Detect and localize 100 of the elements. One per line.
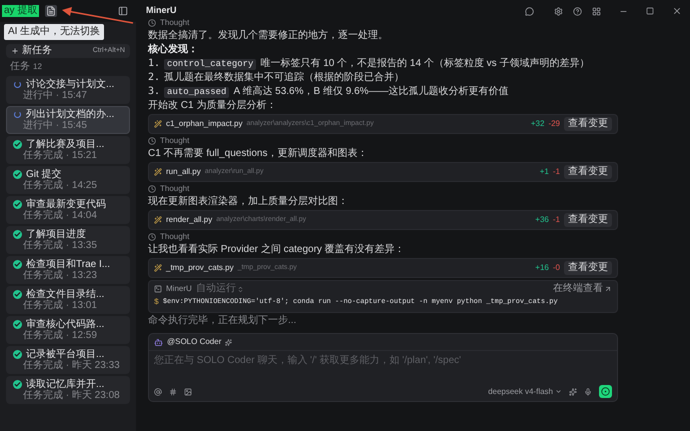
- chevron-down-icon: [555, 388, 562, 395]
- clock-icon: [148, 137, 156, 145]
- list-text: A 维高达 53.6%，B 维仅 9.6%——这比孤儿题收分析更有价值: [233, 86, 509, 98]
- check-icon: [13, 320, 22, 329]
- sidebar-toggle-icon[interactable]: [118, 6, 128, 16]
- view-changes-button[interactable]: 查看变更: [564, 117, 612, 131]
- sparkle-icon[interactable]: [569, 388, 577, 396]
- plus-icon: [11, 47, 19, 55]
- task-item[interactable]: 读取记忆库并开... 任务完成 · 昨天 23:08: [6, 376, 130, 404]
- task-title: 检查项目和Trae I...: [26, 259, 110, 270]
- mention-icon[interactable]: [154, 388, 162, 396]
- file-name[interactable]: run_all.py: [166, 166, 201, 178]
- section-heading: 核心发现：: [148, 44, 199, 56]
- check-icon: [13, 260, 22, 269]
- thought-label[interactable]: Thought: [160, 136, 190, 146]
- task-meta: 任务完成 · 15:21: [22, 150, 98, 161]
- check-icon: [13, 290, 22, 299]
- added-count: +16: [535, 262, 549, 274]
- task-item[interactable]: 列出计划文档的办... 进行中 · 15:45: [6, 106, 130, 134]
- check-icon: [13, 200, 22, 209]
- added-count: +32: [530, 118, 544, 130]
- task-item[interactable]: 审查最新变更代码 任务完成 · 14:04: [6, 196, 130, 224]
- thought-label[interactable]: Thought: [160, 18, 190, 28]
- task-meta: 任务完成 · 13:23: [22, 270, 98, 281]
- message-input[interactable]: 您正在与 SOLO Coder 聊天，输入 '/' 获取更多能力，如 '/plan', '/spec': [149, 351, 617, 385]
- open-terminal-link[interactable]: 在终端查看: [553, 283, 612, 295]
- task-title: 讨论交接与计划文...: [26, 79, 114, 90]
- task-item[interactable]: 检查项目和Trae I... 任务完成 · 13:23: [6, 256, 130, 284]
- send-button[interactable]: [599, 385, 612, 398]
- removed-count: -1: [552, 166, 560, 178]
- task-meta: 进行中 · 15:47: [22, 90, 88, 101]
- removed-count: -0: [552, 262, 560, 274]
- help-icon[interactable]: [573, 6, 582, 16]
- check-icon: [13, 380, 22, 389]
- list-number: 1.: [148, 58, 160, 70]
- terminal-title: MinerU: [166, 283, 192, 295]
- task-meta: 任务完成 · 13:01: [22, 300, 98, 311]
- external-arrow-icon: [604, 285, 612, 293]
- task-meta: 任务完成 · 昨天 23:33: [22, 360, 121, 371]
- hash-icon[interactable]: [169, 388, 177, 396]
- list-number: 3.: [148, 86, 160, 98]
- edit-icon: [154, 120, 162, 128]
- view-changes-button[interactable]: 查看变更: [564, 213, 612, 227]
- task-title: 审查核心代码路...: [26, 319, 104, 330]
- section-label: 任务: [10, 61, 30, 73]
- check-icon: [13, 350, 22, 359]
- inline-code: control_category: [164, 58, 256, 70]
- thought-label[interactable]: Thought: [160, 232, 190, 242]
- file-name[interactable]: _tmp_prov_cats.py: [166, 262, 234, 274]
- chat-icon[interactable]: [525, 6, 534, 16]
- spinner-icon: [14, 81, 21, 88]
- updown-chevron-icon: [236, 286, 244, 292]
- clock-icon: [148, 185, 156, 193]
- task-item[interactable]: 检查文件目录结... 任务完成 · 13:01: [6, 286, 130, 314]
- view-changes-button[interactable]: 查看变更: [564, 165, 612, 179]
- task-meta: 进行中 · 15:45: [22, 120, 88, 131]
- settings-icon[interactable]: [554, 6, 563, 16]
- inline-code: auto_passed: [164, 86, 230, 98]
- task-item[interactable]: 了解项目进度 任务完成 · 13:35: [6, 226, 130, 254]
- message-text: 开始改 C1 为质量分层分析：: [148, 100, 278, 112]
- badge: ay 提取: [2, 5, 40, 17]
- check-icon: [13, 140, 22, 149]
- task-item[interactable]: Git 提交 任务完成 · 14:25: [6, 166, 130, 194]
- edit-icon: [154, 168, 162, 176]
- chat-input-box[interactable]: @SOLO Coder 您正在与 SOLO Coder 聊天，输入 '/' 获取更多能力，如 '/plan', '/spec' deepseek v4-flash: [148, 333, 618, 402]
- task-title: 检查文件目录结...: [26, 289, 104, 300]
- maximize-icon[interactable]: [646, 7, 654, 15]
- status-text: 命令执行完毕，正在规划下一步...: [148, 315, 298, 327]
- view-changes-button[interactable]: 查看变更: [564, 261, 612, 275]
- task-item[interactable]: 记录被平台项目... 任务完成 · 昨天 23:33: [6, 346, 130, 374]
- check-icon: [13, 170, 22, 179]
- edit-icon: [154, 264, 162, 272]
- task-item[interactable]: 审查核心代码路... 任务完成 · 12:59: [6, 316, 130, 344]
- message-text: 数据全搞清了。发现几个需要修正的地方，逐一处理。: [148, 30, 389, 42]
- file-name[interactable]: render_all.py: [166, 214, 212, 226]
- removed-count: -29: [548, 118, 560, 130]
- task-meta: 任务完成 · 14:04: [22, 210, 98, 221]
- thought-label[interactable]: Thought: [160, 184, 190, 194]
- message-text: C1 不再需要 full_questions，更新调度器和图表：: [148, 148, 368, 160]
- task-title: Git 提交: [26, 169, 62, 180]
- task-count: 12: [33, 61, 42, 73]
- task-title: 了解项目进度: [26, 229, 86, 240]
- mic-icon[interactable]: [584, 388, 592, 396]
- model-select[interactable]: deepseek v4-flash: [488, 386, 562, 398]
- file-name[interactable]: c1_orphan_impact.py: [166, 118, 242, 130]
- close-icon[interactable]: [672, 6, 682, 16]
- task-item[interactable]: 讨论交接与计划文... 进行中 · 15:47: [6, 76, 130, 104]
- pointer-arrow: [62, 6, 134, 24]
- task-title: 记录被平台项目...: [26, 349, 104, 360]
- task-title: 读取记忆库并开...: [26, 379, 104, 390]
- grid-icon[interactable]: [592, 6, 601, 16]
- message-text: 现在更新图表渲染器，加上质量分层对比图：: [148, 196, 349, 208]
- task-title: 列出计划文档的办...: [26, 109, 114, 120]
- task-item[interactable]: 了解比赛及项目... 任务完成 · 15:21: [6, 136, 130, 164]
- message-text: 让我也看看实际 Provider 之间 category 覆盖有没有差异：: [148, 244, 406, 256]
- list-text: 孤儿题在最终数据集中不可追踪（根据的阶段已合并）: [164, 72, 404, 84]
- sparkle-icon: [225, 338, 232, 346]
- clock-icon: [148, 233, 156, 241]
- image-icon[interactable]: [184, 388, 192, 396]
- document-icon[interactable]: [45, 5, 58, 17]
